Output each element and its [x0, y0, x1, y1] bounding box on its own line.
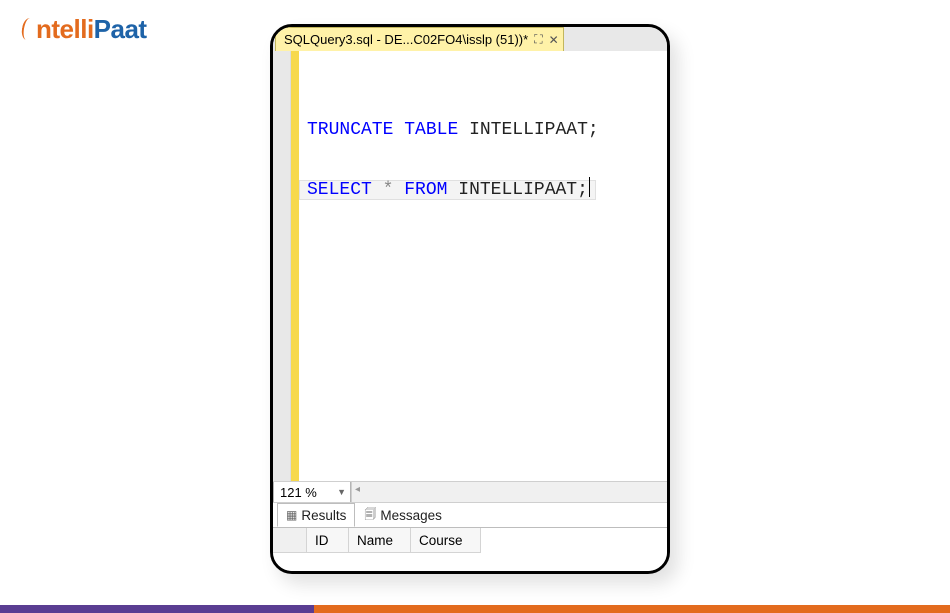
- blank-line: [307, 91, 318, 111]
- results-grid-body[interactable]: [273, 553, 667, 571]
- zoom-dropdown[interactable]: 121 % ▼: [273, 482, 351, 502]
- messages-icon: 🗐: [364, 505, 376, 526]
- tab-results-label: Results: [301, 508, 346, 523]
- tab-results[interactable]: ▦ Results: [277, 503, 355, 527]
- brand-footer-stripe: [0, 605, 950, 613]
- zoom-bar: 121 % ▼: [273, 481, 667, 503]
- grid-icon: ▦: [286, 508, 297, 522]
- document-tab[interactable]: SQLQuery3.sql - DE...C02FO4\isslp (51))*…: [275, 27, 564, 51]
- logo-text-1: ntelli: [36, 14, 94, 44]
- blank-line: [307, 150, 318, 170]
- keyword: SELECT: [307, 180, 372, 200]
- column-header-id[interactable]: ID: [307, 528, 349, 553]
- document-tab-title: SQLQuery3.sql - DE...C02FO4\isslp (51))*: [284, 32, 528, 47]
- text-cursor: [589, 177, 590, 197]
- editor-margin: [273, 51, 291, 481]
- keyword: TRUNCATE: [307, 120, 393, 140]
- close-icon[interactable]: ✕: [549, 33, 559, 47]
- intellipaat-logo: ntelliPaat: [20, 14, 147, 45]
- identifier: INTELLIPAAT: [458, 180, 577, 200]
- column-header-course[interactable]: Course: [411, 528, 481, 553]
- results-tab-bar: ▦ Results 🗐 Messages: [273, 503, 667, 527]
- zoom-value: 121 %: [280, 485, 317, 500]
- code-editor[interactable]: TRUNCATE TABLE INTELLIPAAT; SELECT * FRO…: [273, 51, 667, 481]
- keyword: FROM: [404, 180, 447, 200]
- tab-messages-label: Messages: [380, 508, 442, 523]
- tab-messages[interactable]: 🗐 Messages: [355, 503, 451, 527]
- chevron-down-icon: ▼: [337, 487, 346, 497]
- row-number-header[interactable]: [273, 528, 307, 553]
- identifier: INTELLIPAAT: [469, 120, 588, 140]
- keyword: TABLE: [404, 120, 458, 140]
- document-tab-bar: SQLQuery3.sql - DE...C02FO4\isslp (51))*…: [273, 27, 667, 51]
- column-header-name[interactable]: Name: [349, 528, 411, 553]
- punct: ;: [588, 120, 599, 140]
- change-indicator: [291, 51, 299, 481]
- pin-icon[interactable]: ⛶: [534, 32, 542, 47]
- ssms-query-window: SQLQuery3.sql - DE...C02FO4\isslp (51))*…: [270, 24, 670, 574]
- operator: *: [383, 180, 394, 200]
- results-grid-header: ID Name Course: [273, 527, 667, 553]
- punct: ;: [577, 180, 588, 200]
- logo-swoosh-icon: [20, 16, 36, 42]
- horizontal-scrollbar[interactable]: [351, 482, 667, 502]
- logo-text-2: Paat: [94, 14, 147, 44]
- code-text[interactable]: TRUNCATE TABLE INTELLIPAAT; SELECT * FRO…: [299, 51, 667, 481]
